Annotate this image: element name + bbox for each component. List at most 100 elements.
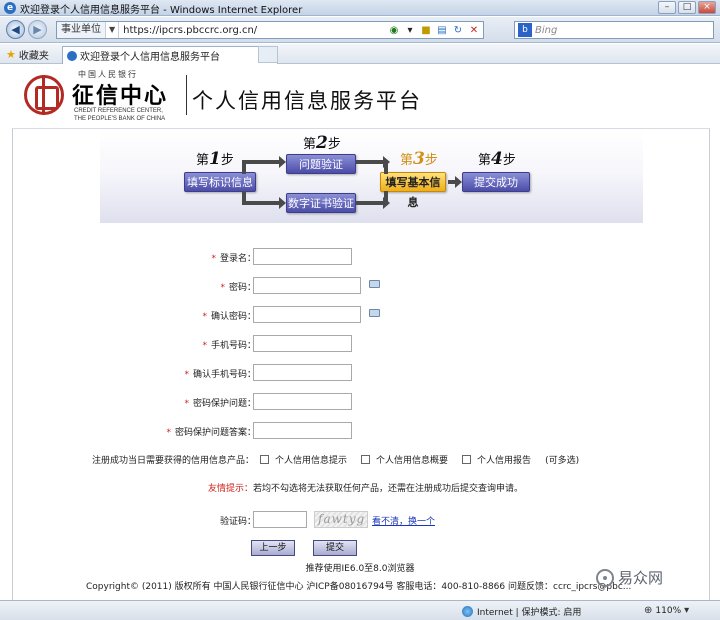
required-mark: *	[184, 370, 189, 380]
password-row: * 密码：	[12, 277, 710, 297]
registration-form: * 登录名： * 密码： * 确认密码： * 手机号码： * 确认手机号码： * 密码保护问…	[12, 225, 710, 565]
tip-label: 友情提示：	[208, 484, 254, 494]
favorites-button[interactable]: ★ 收藏夹	[6, 47, 49, 62]
step2-certificate-box: 数字证书验证	[286, 193, 356, 213]
captcha-row: 验证码： fawtyg 看不清，换一个	[12, 511, 710, 531]
product-option-label: 个人信用报告	[477, 456, 532, 466]
step1-title: 第1步	[196, 149, 234, 169]
new-tab-button[interactable]	[258, 46, 278, 63]
window-controls: – □ ×	[658, 1, 716, 14]
watermark: 易众网	[596, 567, 663, 588]
chevron-down-icon[interactable]: ▼	[106, 22, 120, 38]
search-box[interactable]: b Bing	[514, 21, 714, 39]
product-option-label: 个人信用信息提示	[275, 456, 348, 466]
submit-button[interactable]: 提交	[313, 540, 357, 556]
captcha-input[interactable]	[253, 511, 307, 528]
logo-english-line2: THE PEOPLE'S BANK OF CHINA	[74, 116, 166, 122]
window-title: 欢迎登录个人信用信息服务平台 - Windows Internet Explor…	[20, 5, 303, 16]
globe-icon	[462, 606, 473, 617]
favorites-label: 收藏夹	[18, 51, 49, 62]
logo-main-text: 征信中心	[72, 83, 169, 109]
status-bar: Internet | 保护模式: 启用 ⊕ 110% ▾	[0, 600, 720, 620]
lock-icon[interactable]: ■	[420, 25, 432, 36]
logo-english-line1: CREDIT REFERENCE CENTER,	[74, 108, 163, 114]
address-actions: ◉ ▾ ■ ▤ ↻ ✕	[388, 25, 483, 36]
required-mark: *	[166, 428, 171, 438]
security-zone-label[interactable]: 事业单位	[57, 22, 106, 38]
password-label: 密码：	[228, 283, 256, 293]
star-icon: ★	[6, 48, 16, 61]
login-input[interactable]	[253, 248, 352, 265]
confirm-phone-label: 确认手机号码：	[192, 370, 256, 380]
confirm-phone-row: * 确认手机号码：	[12, 364, 710, 384]
browser-tab[interactable]: 欢迎登录个人信用信息服务平台	[62, 46, 278, 64]
step2-question-box: 问题验证	[286, 154, 356, 174]
maximize-button[interactable]: □	[678, 1, 696, 14]
compat-icon[interactable]: ◉	[388, 25, 400, 36]
status-zone[interactable]: Internet | 保护模式: 启用	[462, 605, 581, 618]
keyboard-icon[interactable]	[369, 309, 380, 317]
confirm-phone-input[interactable]	[253, 364, 352, 381]
bing-icon: b	[518, 23, 532, 37]
buttons-row: 上一步 提交	[12, 540, 710, 560]
product-checkbox[interactable]	[260, 455, 270, 464]
required-mark: *	[211, 254, 216, 264]
registration-steps: 第1步 第2步 第3步 第4步 填写标识信息 问题验证 数字证书验证 填写基本信…	[100, 131, 643, 223]
security-answer-row: * 密码保护问题答案：	[12, 422, 710, 442]
tab-title: 欢迎登录个人信用信息服务平台	[80, 52, 220, 63]
tip-row: 友情提示：若均不勾选将无法获取任何产品，还需在注册成功后提交查询申请。	[12, 481, 710, 501]
zoom-icon: ⊕	[644, 605, 653, 616]
security-question-label: 密码保护问题：	[192, 399, 256, 409]
ie-icon	[67, 50, 77, 61]
platform-title: 个人信用信息服务平台	[192, 89, 422, 113]
step4-box: 提交成功	[462, 172, 530, 192]
close-button[interactable]: ×	[698, 1, 716, 14]
password-input[interactable]	[253, 277, 361, 294]
captcha-image: fawtyg	[314, 511, 368, 528]
zoom-control[interactable]: ⊕ 110% ▾	[644, 605, 689, 616]
required-mark: *	[202, 312, 207, 322]
products-label: 注册成功当日需要获得的信用信息产品：	[92, 456, 255, 466]
certificate-icon[interactable]: ▤	[436, 25, 448, 36]
phone-label: 手机号码：	[210, 341, 256, 351]
security-answer-input[interactable]	[253, 422, 352, 439]
refresh-captcha-link[interactable]: 看不清，换一个	[372, 514, 435, 527]
back-button[interactable]: ◀	[6, 20, 25, 39]
watermark-text: 易众网	[618, 569, 664, 587]
ie-icon: e	[4, 2, 16, 14]
step2-title: 第2步	[303, 133, 341, 153]
product-option[interactable]: 个人信用信息概要	[361, 453, 448, 466]
arrow-icon	[242, 156, 286, 168]
chevron-down-icon[interactable]: ▾	[684, 605, 689, 616]
page-content: 中国人民银行 征信中心 CREDIT REFERENCE CENTER, THE…	[0, 65, 720, 600]
keyboard-icon[interactable]	[369, 280, 380, 288]
window-title-bar: e 欢迎登录个人信用信息服务平台 - Windows Internet Expl…	[0, 0, 720, 16]
favorites-bar: ★ 收藏夹 欢迎登录个人信用信息服务平台	[0, 44, 720, 64]
product-option[interactable]: 个人信用报告	[462, 453, 531, 466]
product-checkbox[interactable]	[462, 455, 472, 464]
refresh-icon[interactable]: ↻	[452, 25, 464, 36]
captcha-label: 验证码：	[219, 517, 256, 527]
security-answer-label: 密码保护问题答案：	[174, 428, 256, 438]
step3-title: 第3步	[400, 149, 438, 169]
product-option[interactable]: 个人信用信息提示	[260, 453, 347, 466]
minimize-button[interactable]: –	[658, 1, 676, 14]
stop-icon[interactable]: ✕	[468, 25, 480, 36]
required-mark: *	[202, 341, 207, 351]
prev-step-button[interactable]: 上一步	[251, 540, 295, 556]
forward-button[interactable]: ▶	[28, 20, 47, 39]
confirm-password-input[interactable]	[253, 306, 361, 323]
security-question-input[interactable]	[253, 393, 352, 410]
address-bar[interactable]: 事业单位 ▼ https://ipcrs.pbccrc.org.cn/ ◉ ▾ …	[56, 21, 484, 39]
products-group: 注册成功当日需要获得的信用信息产品： 个人信用信息提示 个人信用信息概要 个人信…	[92, 453, 579, 466]
multi-select-note: (可多选)	[545, 456, 580, 466]
phone-input[interactable]	[253, 335, 352, 352]
product-checkbox[interactable]	[361, 455, 371, 464]
url-input[interactable]: https://ipcrs.pbccrc.org.cn/	[119, 25, 388, 36]
site-header: 中国人民银行 征信中心 CREDIT REFERENCE CENTER, THE…	[12, 65, 710, 129]
friendly-tip: 友情提示：若均不勾选将无法获取任何产品，还需在注册成功后提交查询申请。	[208, 481, 523, 494]
search-input[interactable]: Bing	[535, 25, 557, 36]
chevron-down-icon[interactable]: ▾	[404, 25, 416, 36]
header-divider	[12, 128, 710, 129]
security-question-row: * 密码保护问题：	[12, 393, 710, 413]
